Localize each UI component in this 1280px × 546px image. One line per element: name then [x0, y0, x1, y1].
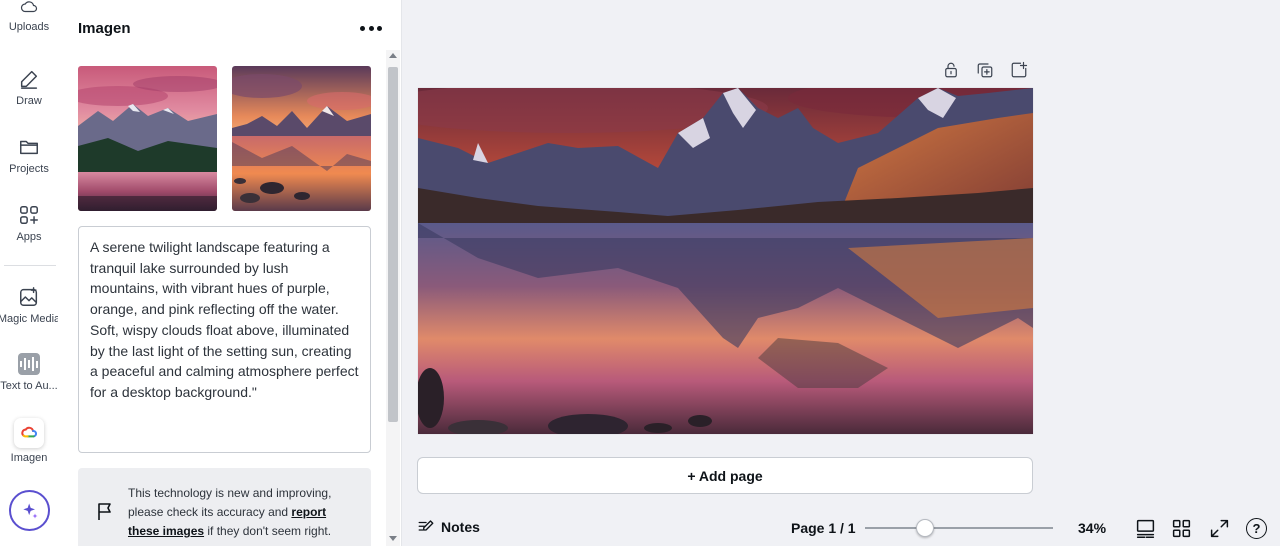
zoom-slider-knob[interactable] — [916, 519, 935, 537]
grid-view-button[interactable] — [1171, 518, 1193, 540]
cloud-upload-icon — [20, 1, 38, 13]
audio-wave-icon — [18, 353, 40, 375]
lock-icon — [945, 62, 957, 78]
design-page-image[interactable] — [418, 88, 1033, 434]
generated-image-thumbnail-1[interactable] — [78, 66, 217, 211]
page-view-button[interactable] — [1135, 518, 1157, 540]
lock-button[interactable] — [942, 61, 962, 81]
zoom-slider[interactable] — [865, 519, 1053, 537]
more-dots-icon[interactable] — [360, 20, 382, 36]
flag-icon — [98, 503, 111, 520]
ai-notice-box: This technology is new and improving, pl… — [78, 468, 371, 546]
panel-scrollbar[interactable] — [386, 50, 400, 546]
rail-item-imagen[interactable]: Imagen — [0, 418, 58, 464]
add-page-top-button[interactable] — [1010, 61, 1030, 81]
rail-item-draw[interactable]: Draw — [0, 68, 58, 107]
left-rail: Uploads Draw Projects Apps Magic Media T… — [0, 0, 60, 546]
fullscreen-icon — [1210, 519, 1229, 538]
imagen-logo-icon — [14, 418, 44, 448]
pen-icon — [20, 70, 38, 89]
notes-button[interactable]: Notes — [417, 518, 480, 536]
rail-item-label: Uploads — [8, 21, 50, 33]
generated-image-thumbnail-2[interactable] — [232, 66, 371, 211]
scroll-thumb[interactable] — [388, 67, 398, 422]
apps-icon — [20, 206, 38, 224]
imagen-panel: Imagen A serene twilight landscape featu… — [58, 0, 402, 546]
prompt-text-box[interactable]: A serene twilight landscape featuring a … — [78, 226, 371, 453]
notice-text: This technology is new and improving, pl… — [128, 486, 332, 538]
rail-item-magic-media[interactable]: Magic Media — [0, 286, 60, 325]
folder-icon — [20, 140, 38, 155]
rail-item-label: Apps — [16, 231, 42, 243]
canvas-area: + Add page Notes Page 1 / 1 34% ? — [402, 0, 1280, 546]
rail-item-label: Imagen — [10, 452, 48, 464]
magic-assistant-button[interactable] — [9, 490, 50, 531]
duplicate-page-button[interactable] — [976, 61, 996, 81]
rail-item-apps[interactable]: Apps — [0, 204, 58, 243]
rail-item-label: Draw — [16, 95, 42, 107]
grid-view-icon — [1172, 519, 1191, 538]
scroll-down-arrow[interactable] — [389, 536, 397, 541]
rail-item-uploads[interactable]: Uploads — [0, 0, 58, 33]
rail-divider — [4, 265, 56, 266]
notes-icon — [418, 520, 434, 531]
magic-media-icon — [20, 287, 38, 306]
rail-item-label: Magic Media — [0, 313, 61, 325]
fullscreen-button[interactable] — [1209, 518, 1231, 540]
page-view-icon — [1136, 519, 1155, 538]
help-icon[interactable]: ? — [1246, 518, 1267, 539]
duplicate-icon — [977, 63, 993, 78]
add-page-button[interactable]: + Add page — [417, 457, 1033, 494]
add-icon — [1011, 61, 1028, 78]
sparkle-icon — [22, 503, 37, 518]
notes-label: Notes — [441, 519, 480, 535]
page-indicator[interactable]: Page 1 / 1 — [791, 520, 856, 536]
rail-item-label: Projects — [9, 163, 49, 175]
rail-item-projects[interactable]: Projects — [0, 136, 58, 175]
panel-title: Imagen — [78, 20, 131, 37]
scroll-up-arrow[interactable] — [389, 53, 397, 58]
zoom-percentage[interactable]: 34% — [1078, 520, 1106, 536]
rail-item-text-to-audio[interactable]: Text to Au... — [0, 353, 58, 392]
rail-item-label: Text to Au... — [0, 380, 58, 392]
